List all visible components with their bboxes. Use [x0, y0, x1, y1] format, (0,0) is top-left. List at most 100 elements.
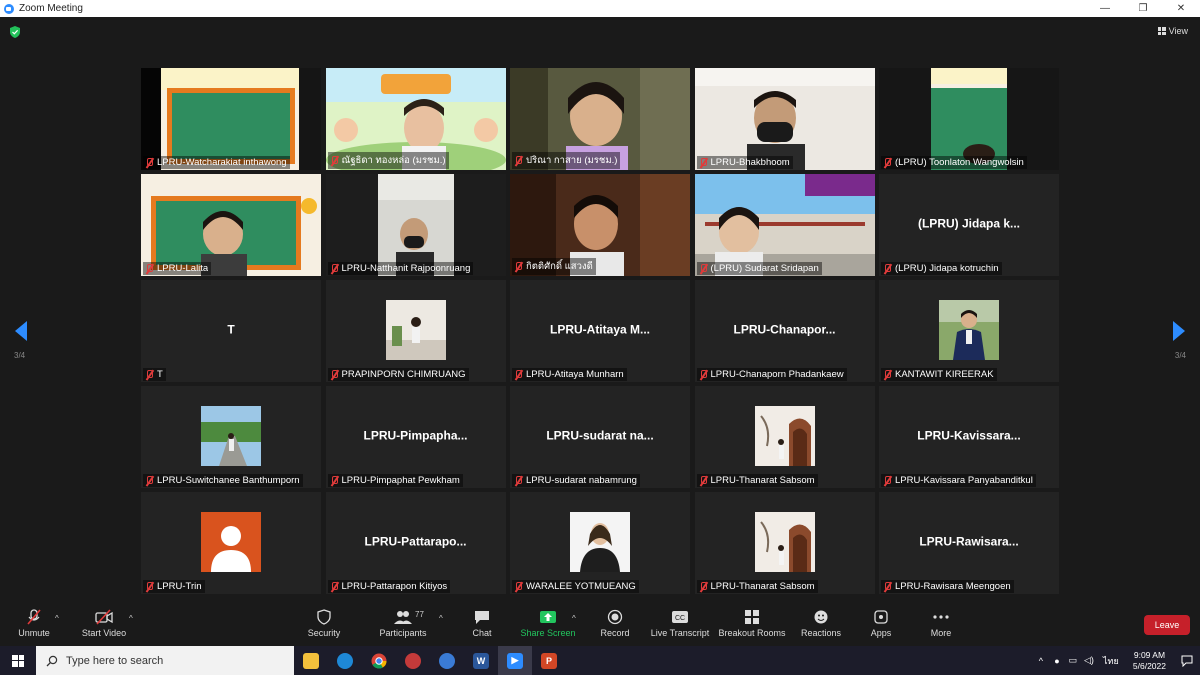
video-options-caret[interactable]: ^: [129, 614, 133, 623]
share-options-caret[interactable]: ^: [572, 614, 576, 623]
input-language-indicator[interactable]: ไทย: [1097, 654, 1125, 668]
participant-namebar: LPRU-Rawisara Meengoen: [881, 580, 1014, 593]
participant-name: LPRU-Rawisara Meengoen: [895, 581, 1011, 592]
participant-namebar: LPRU-Pimpaphat Pewkham: [327, 474, 463, 487]
participant-display-name: LPRU-Pattarapo...: [364, 534, 467, 549]
share-screen-label: Share Screen: [520, 628, 576, 638]
security-button[interactable]: Security: [286, 609, 362, 638]
participant-tile[interactable]: WARALEE YOTMUEANG: [510, 492, 690, 594]
action-center-button[interactable]: [1174, 646, 1200, 675]
close-button[interactable]: ✕: [1162, 0, 1200, 17]
participant-tile[interactable]: LPRU-Lalita: [141, 174, 321, 276]
participant-name: KANTAWIT KIREERAK: [895, 369, 994, 380]
page-indicator-left: 3/4: [14, 351, 26, 360]
participant-namebar: LPRU-Trin: [143, 580, 205, 593]
restore-button[interactable]: ❐: [1124, 0, 1162, 17]
system-tray: ^ ● ▭ ◁) ไทย 9:09 AM 5/6/2022: [1033, 646, 1200, 675]
participant-tile[interactable]: LPRU-sudarat na... LPRU-sudarat nabamrun…: [510, 386, 690, 488]
leave-meeting-button[interactable]: Leave: [1144, 615, 1190, 635]
globe-taskbar-app[interactable]: [430, 646, 464, 675]
participant-tile[interactable]: LPRU-Pimpapha... LPRU-Pimpaphat Pewkham: [325, 386, 506, 488]
file-explorer-taskbar-app[interactable]: [294, 646, 328, 675]
folder-icon: [303, 652, 319, 669]
muted-mic-icon: [883, 369, 892, 380]
participant-tile[interactable]: LPRU-Watcharakiat inthawong: [141, 68, 321, 170]
participant-display-name: LPRU-Kavissara...: [917, 428, 1021, 443]
record-icon: [607, 609, 623, 625]
muted-mic-icon: [330, 475, 339, 486]
generic-taskbar-app[interactable]: [396, 646, 430, 675]
audio-options-caret[interactable]: ^: [55, 614, 59, 623]
unmute-button[interactable]: Unmute: [0, 609, 72, 638]
participant-tile[interactable]: (LPRU) Jidapa k... (LPRU) Jidapa kotruch…: [879, 174, 1059, 276]
zoom-logo-icon: [4, 3, 14, 14]
show-hidden-icons-chevron-icon[interactable]: ^: [1033, 656, 1049, 666]
muted-mic-icon: [699, 475, 708, 486]
muted-mic-icon: [145, 581, 154, 592]
previous-page-arrow-icon[interactable]: [13, 320, 29, 342]
volume-icon[interactable]: ◁): [1081, 655, 1097, 666]
participant-tile[interactable]: กิตติศักดิ์ แสวงดี: [510, 174, 690, 276]
participant-tile[interactable]: PRAPINPORN CHIMRUANG: [325, 280, 506, 382]
more-label: More: [930, 628, 952, 638]
chat-button[interactable]: Chat: [444, 609, 520, 638]
participant-name: กิตติศักดิ์ แสวงดี: [526, 261, 593, 272]
participant-tile[interactable]: LPRU-Thanarat Sabsom: [694, 386, 875, 488]
muted-mic-icon: [699, 369, 708, 380]
word-taskbar-app[interactable]: W: [464, 646, 498, 675]
view-button[interactable]: View: [1157, 26, 1188, 36]
participant-tile[interactable]: LPRU-Bhakbhoom: [694, 68, 875, 170]
security-shield-icon: [317, 609, 331, 625]
next-page-arrow-icon[interactable]: [1171, 320, 1187, 342]
profile-picture: [201, 406, 261, 466]
powerpoint-icon: P: [541, 652, 557, 669]
tray-app-icon[interactable]: ●: [1049, 656, 1065, 666]
muted-mic-icon: [514, 581, 523, 592]
participants-button[interactable]: Participants: [365, 609, 441, 638]
network-icon[interactable]: ▭: [1065, 655, 1081, 666]
chrome-taskbar-app[interactable]: [362, 646, 396, 675]
participant-tile[interactable]: LPRU-Chanapor... LPRU-Chanaporn Phadanka…: [694, 280, 875, 382]
taskbar-search-box[interactable]: Type here to search: [36, 646, 294, 675]
participants-options-caret[interactable]: ^: [439, 614, 443, 623]
participant-tile[interactable]: LPRU-Rawisara... LPRU-Rawisara Meengoen: [879, 492, 1059, 594]
participant-tile[interactable]: (LPRU) Sudarat Sridapan: [694, 174, 875, 276]
start-button[interactable]: [0, 646, 36, 675]
zoom-taskbar-app[interactable]: ▶: [498, 646, 532, 675]
taskbar-clock[interactable]: 9:09 AM 5/6/2022: [1133, 650, 1166, 672]
muted-mic-icon: [330, 581, 339, 592]
breakout-rooms-icon: [745, 610, 759, 624]
more-button[interactable]: More: [903, 609, 979, 638]
participant-tile[interactable]: ปริณา กาสาย (มรชม.): [510, 68, 690, 170]
apps-icon: [874, 610, 888, 624]
participant-namebar: LPRU-Atitaya Munharn: [512, 368, 627, 381]
participant-tile[interactable]: LPRU-Natthanit Rajpoonruang: [325, 174, 506, 276]
participant-name: LPRU-sudarat nabamrung: [526, 475, 637, 486]
edge-browser-icon: [337, 652, 353, 669]
participant-name: LPRU-Suwitchanee Banthumporn: [157, 475, 300, 486]
live-transcript-button[interactable]: CC Live Transcript: [642, 609, 718, 638]
participant-tile[interactable]: ณัฐธิดา ทองหล่อ (มรชม.): [325, 68, 506, 170]
zoom-icon: ▶: [507, 652, 523, 669]
edge-taskbar-app[interactable]: [328, 646, 362, 675]
participant-tile[interactable]: T T: [141, 280, 321, 382]
encryption-shield-icon[interactable]: [10, 26, 20, 38]
participant-tile[interactable]: LPRU-Kavissara... LPRU-Kavissara Panyaba…: [879, 386, 1059, 488]
share-screen-icon: [540, 611, 556, 623]
participant-tile[interactable]: LPRU-Thanarat Sabsom: [694, 492, 875, 594]
participant-namebar: LPRU-Pattarapon Kitiyos: [327, 580, 451, 593]
participant-tile[interactable]: LPRU-Atitaya M... LPRU-Atitaya Munharn: [510, 280, 690, 382]
participant-name: LPRU-Chanaporn Phadankaew: [710, 369, 844, 380]
participant-tile[interactable]: LPRU-Suwitchanee Banthumporn: [141, 386, 321, 488]
minimize-button[interactable]: —: [1086, 0, 1124, 17]
powerpoint-taskbar-app[interactable]: P: [532, 646, 566, 675]
muted-mic-icon: [883, 263, 892, 274]
participant-tile[interactable]: (LPRU) Toonlaton Wangwolsin: [879, 68, 1059, 170]
participant-tile[interactable]: LPRU-Trin: [141, 492, 321, 594]
participant-tile[interactable]: LPRU-Pattarapo... LPRU-Pattarapon Kitiyo…: [325, 492, 506, 594]
grid-view-icon: [1157, 27, 1166, 35]
apps-label: Apps: [870, 628, 892, 638]
participant-name: LPRU-Trin: [157, 581, 202, 592]
breakout-rooms-button[interactable]: Breakout Rooms: [714, 609, 790, 638]
participant-tile[interactable]: KANTAWIT KIREERAK: [879, 280, 1059, 382]
